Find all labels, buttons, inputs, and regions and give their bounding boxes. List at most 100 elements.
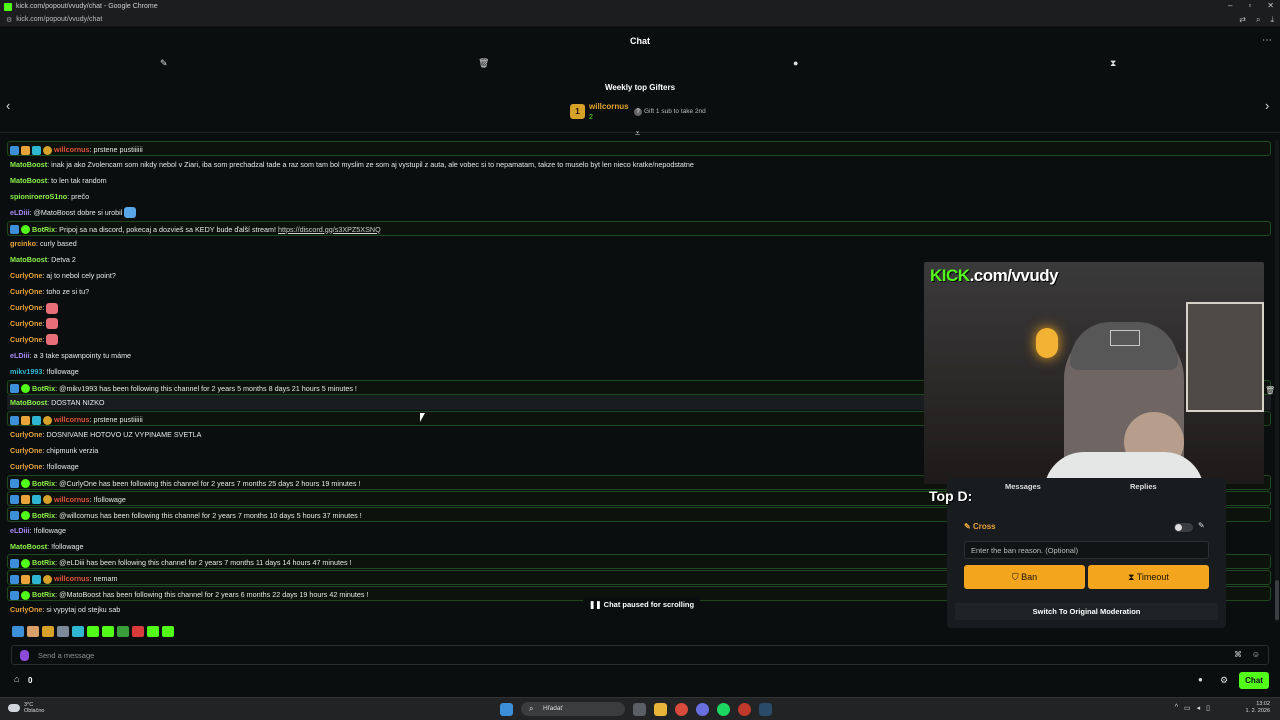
- recent-emote[interactable]: [12, 626, 24, 637]
- chat-message[interactable]: CurlyOne: !followage: [10, 459, 79, 474]
- volume-icon[interactable]: ◂: [1197, 704, 1201, 712]
- ban-reason-input[interactable]: [964, 541, 1209, 559]
- chat-username[interactable]: eLDiii: [10, 208, 30, 217]
- obs-icon[interactable]: [738, 702, 751, 716]
- taskbar-clock[interactable]: 13:02 1. 2. 2026: [1246, 701, 1270, 715]
- chat-message[interactable]: grcinko: curly based: [10, 236, 77, 251]
- message-input[interactable]: [38, 648, 1218, 663]
- moderation-toggle[interactable]: [1174, 523, 1193, 532]
- chat-message[interactable]: MatoBoost: !followage: [10, 539, 84, 554]
- chat-message[interactable]: MatoBoost: to len tak random: [10, 173, 107, 188]
- chrome-icon[interactable]: [675, 702, 688, 716]
- moderated-user[interactable]: ✎ Cross: [964, 522, 996, 531]
- prev-arrow-icon[interactable]: ‹: [6, 98, 10, 113]
- chat-message[interactable]: CurlyOne: DOSNIVANE HOTOVO UZ VYPINAME S…: [10, 427, 201, 442]
- chat-username[interactable]: MatoBoost: [10, 160, 47, 169]
- battery-icon[interactable]: ▯: [1206, 704, 1210, 712]
- chat-username[interactable]: CurlyOne: [10, 605, 42, 614]
- chat-username[interactable]: eLDiii: [10, 526, 30, 535]
- windows-start-icon[interactable]: [500, 702, 513, 716]
- chat-message[interactable]: CurlyOne: si vypytaj od stejku sab: [10, 602, 120, 617]
- chat-message[interactable]: eLDiii: a 3 take spawnpointy tu máme: [10, 348, 131, 363]
- chat-username[interactable]: grcinko: [10, 239, 36, 248]
- chat-username[interactable]: BotRix: [32, 384, 55, 393]
- chat-scrollbar[interactable]: [1275, 140, 1279, 622]
- chat-username[interactable]: CurlyOne: [10, 462, 42, 471]
- trash-icon[interactable]: 🗑︎: [478, 58, 489, 69]
- chat-message[interactable]: CurlyOne: aj to nebol cely point?: [10, 268, 116, 283]
- network-icon[interactable]: ▭: [1184, 704, 1191, 712]
- chat-message[interactable]: willcornus: prstene pustiiiiii: [7, 141, 1271, 156]
- zoom-icon[interactable]: ⌕: [1256, 15, 1260, 25]
- recent-emote[interactable]: [42, 626, 54, 637]
- recent-emote[interactable]: [57, 626, 69, 637]
- emoji-icon[interactable]: ☺: [1252, 650, 1260, 659]
- chat-username[interactable]: BotRix: [32, 511, 55, 520]
- gift-hint[interactable]: ? Gift 1 sub to take 2nd: [634, 108, 706, 116]
- chat-link[interactable]: https://discord.gg/s3XPZ5XSNQ: [278, 225, 381, 234]
- chat-username[interactable]: CurlyOne: [10, 319, 42, 328]
- store-icon[interactable]: ⌂: [14, 674, 19, 684]
- recent-emote[interactable]: [162, 626, 174, 637]
- chat-username[interactable]: BotRix: [32, 225, 55, 234]
- maximize-icon[interactable]: ▫: [1248, 1, 1251, 10]
- recent-emote[interactable]: [102, 626, 114, 637]
- chat-username[interactable]: CurlyOne: [10, 303, 42, 312]
- chat-bubble-icon[interactable]: ●: [793, 58, 798, 68]
- chat-message[interactable]: BotRix: Pripoj sa na discord, pokecaj a …: [7, 220, 1271, 236]
- chat-paused-indicator[interactable]: ❚❚ Chat paused for scrolling: [583, 597, 701, 612]
- edit-icon[interactable]: ✎: [1198, 521, 1205, 530]
- ban-button[interactable]: ⛉ Ban: [964, 565, 1085, 589]
- switch-moderation-button[interactable]: Switch To Original Moderation: [955, 603, 1218, 620]
- file-explorer-icon[interactable]: [654, 702, 667, 716]
- chat-message[interactable]: CurlyOne: toho ze si tu?: [10, 284, 89, 299]
- settings-gear-icon[interactable]: ⚙: [1220, 675, 1228, 686]
- site-info-icon[interactable]: ⚙: [6, 16, 12, 24]
- stream-video-overlay[interactable]: KICK.com/vvudy: [924, 262, 1264, 484]
- task-view-icon[interactable]: [633, 702, 646, 716]
- chat-bubble-icon[interactable]: ●: [1198, 675, 1203, 684]
- chat-message[interactable]: CurlyOne:: [10, 332, 59, 347]
- tray-chevron-icon[interactable]: ^: [1175, 704, 1178, 712]
- chat-username[interactable]: spioniroeroS1no: [10, 192, 67, 201]
- chat-username[interactable]: willcornus: [54, 145, 90, 154]
- pin-icon[interactable]: ✎: [160, 58, 168, 69]
- chat-username[interactable]: CurlyOne: [10, 287, 42, 296]
- url-text[interactable]: kick.com/popout/vvudy/chat: [16, 16, 102, 23]
- chat-username[interactable]: CurlyOne: [10, 271, 42, 280]
- chat-username[interactable]: mikv1993: [10, 367, 42, 376]
- tab-replies[interactable]: Replies: [1130, 482, 1157, 491]
- chat-message[interactable]: eLDiii: @MatoBoost dobre si urobil: [10, 205, 137, 220]
- recent-emote[interactable]: [132, 626, 144, 637]
- scrollbar-thumb[interactable]: [1275, 580, 1279, 620]
- steam-icon[interactable]: [759, 702, 772, 716]
- chat-username[interactable]: MatoBoost: [10, 398, 47, 407]
- chat-username[interactable]: BotRix: [32, 479, 55, 488]
- close-icon[interactable]: ✕: [1267, 1, 1274, 10]
- download-icon[interactable]: ⤓: [1270, 15, 1274, 25]
- chat-username[interactable]: eLDiii: [10, 351, 30, 360]
- recent-emote[interactable]: [87, 626, 99, 637]
- send-chat-button[interactable]: Chat: [1239, 672, 1269, 689]
- minimize-icon[interactable]: –: [1228, 1, 1232, 10]
- chat-message[interactable]: CurlyOne:: [10, 300, 59, 315]
- chat-message[interactable]: MatoBoost: Detva 2: [10, 252, 76, 267]
- emote-picker-icon[interactable]: [20, 650, 29, 661]
- gifter-name[interactable]: willcornus: [589, 102, 629, 111]
- chat-username[interactable]: CurlyOne: [10, 335, 42, 344]
- taskbar-search[interactable]: Hľadať: [521, 702, 625, 716]
- weather-widget[interactable]: 3°C Oblačno: [8, 702, 45, 714]
- chat-username[interactable]: MatoBoost: [10, 542, 47, 551]
- chat-username[interactable]: willcornus: [54, 574, 90, 583]
- chat-message[interactable]: mikv1993: !followage: [10, 364, 79, 379]
- discord-icon[interactable]: [696, 702, 709, 716]
- tab-messages[interactable]: Messages: [1005, 482, 1041, 491]
- chat-username[interactable]: CurlyOne: [10, 446, 42, 455]
- chat-message[interactable]: CurlyOne:: [10, 316, 59, 331]
- recent-emote[interactable]: [147, 626, 159, 637]
- chat-message[interactable]: MatoBoost: inak ja ako Zvolencam som nik…: [10, 157, 694, 172]
- chat-username[interactable]: willcornus: [54, 415, 90, 424]
- chat-message[interactable]: spioniroeroS1no: prečo: [10, 189, 89, 204]
- chat-username[interactable]: MatoBoost: [10, 176, 47, 185]
- chat-username[interactable]: willcornus: [54, 495, 90, 504]
